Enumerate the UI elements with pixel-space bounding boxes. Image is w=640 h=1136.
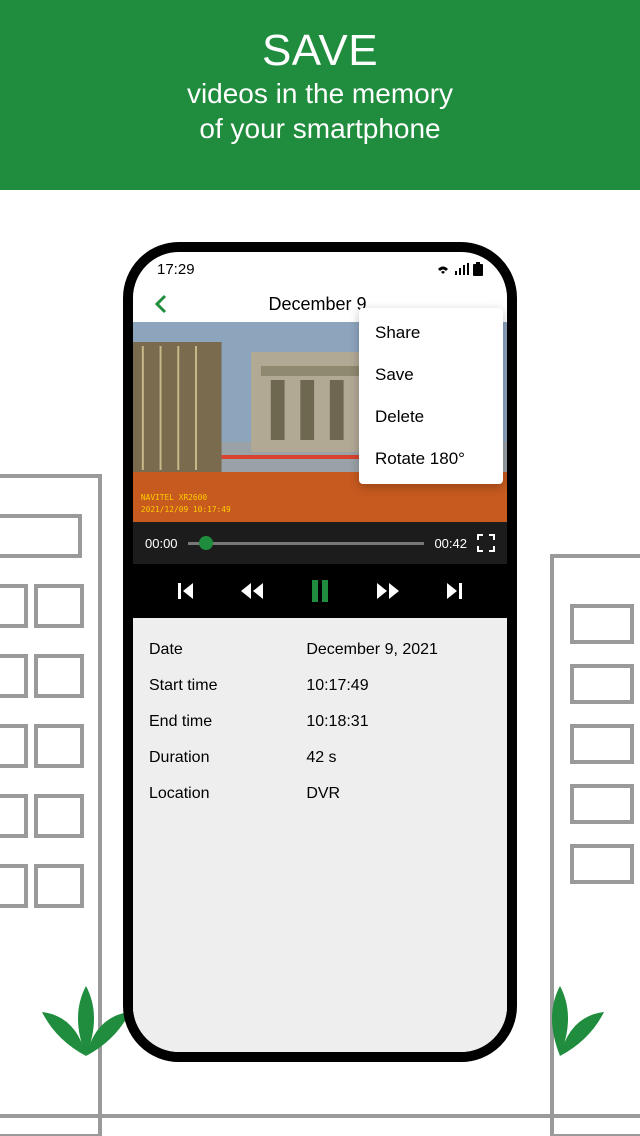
detail-row: Start time10:17:49 [149, 668, 491, 704]
hero-line2: of your smartphone [20, 111, 620, 146]
pause-icon[interactable] [308, 578, 332, 604]
time-elapsed: 00:00 [145, 536, 178, 551]
time-total: 00:42 [434, 536, 467, 551]
fullscreen-icon[interactable] [477, 534, 495, 552]
signal-icon [455, 263, 469, 275]
skip-next-icon[interactable] [443, 580, 465, 602]
phone-mock: 17:29 December 9, Share Save Delete Rota… [123, 242, 517, 1062]
wifi-icon [435, 263, 451, 275]
time-bar: 00:00 00:42 [133, 522, 507, 564]
rewind-icon[interactable] [238, 580, 266, 602]
value-start: 10:17:49 [306, 677, 491, 695]
label-date: Date [149, 641, 306, 659]
svg-text:2021/12/09 10:17:49: 2021/12/09 10:17:49 [141, 505, 231, 514]
detail-row: End time10:18:31 [149, 704, 491, 740]
menu-save[interactable]: Save [359, 354, 503, 396]
screen: 17:29 December 9, Share Save Delete Rota… [133, 252, 507, 1052]
detail-row: LocationDVR [149, 776, 491, 812]
value-date: December 9, 2021 [306, 641, 491, 659]
back-button[interactable] [147, 290, 175, 318]
menu-rotate[interactable]: Rotate 180° [359, 438, 503, 480]
svg-text:NAVITEL XR2600: NAVITEL XR2600 [141, 493, 207, 502]
battery-icon [473, 262, 483, 276]
details-panel: DateDecember 9, 2021 Start time10:17:49 … [133, 618, 507, 1052]
value-duration: 42 s [306, 749, 491, 767]
skip-prev-icon[interactable] [175, 580, 197, 602]
player-controls [133, 564, 507, 618]
promo-hero: SAVE videos in the memory of your smartp… [0, 0, 640, 190]
label-end: End time [149, 713, 306, 731]
hero-title: SAVE [20, 26, 620, 76]
value-end: 10:18:31 [306, 713, 491, 731]
chevron-left-icon [154, 294, 168, 314]
seek-thumb[interactable] [199, 536, 213, 550]
status-bar: 17:29 [133, 252, 507, 286]
context-menu: Share Save Delete Rotate 180° [359, 308, 503, 484]
label-duration: Duration [149, 749, 306, 767]
menu-share[interactable]: Share [359, 312, 503, 354]
detail-row: DateDecember 9, 2021 [149, 632, 491, 668]
detail-row: Duration42 s [149, 740, 491, 776]
status-icons [435, 262, 483, 276]
value-location: DVR [306, 785, 491, 803]
menu-delete[interactable]: Delete [359, 396, 503, 438]
hero-line1: videos in the memory [20, 76, 620, 111]
status-time: 17:29 [157, 261, 195, 278]
label-start: Start time [149, 677, 306, 695]
seek-track[interactable] [188, 542, 425, 545]
label-location: Location [149, 785, 306, 803]
forward-icon[interactable] [374, 580, 402, 602]
